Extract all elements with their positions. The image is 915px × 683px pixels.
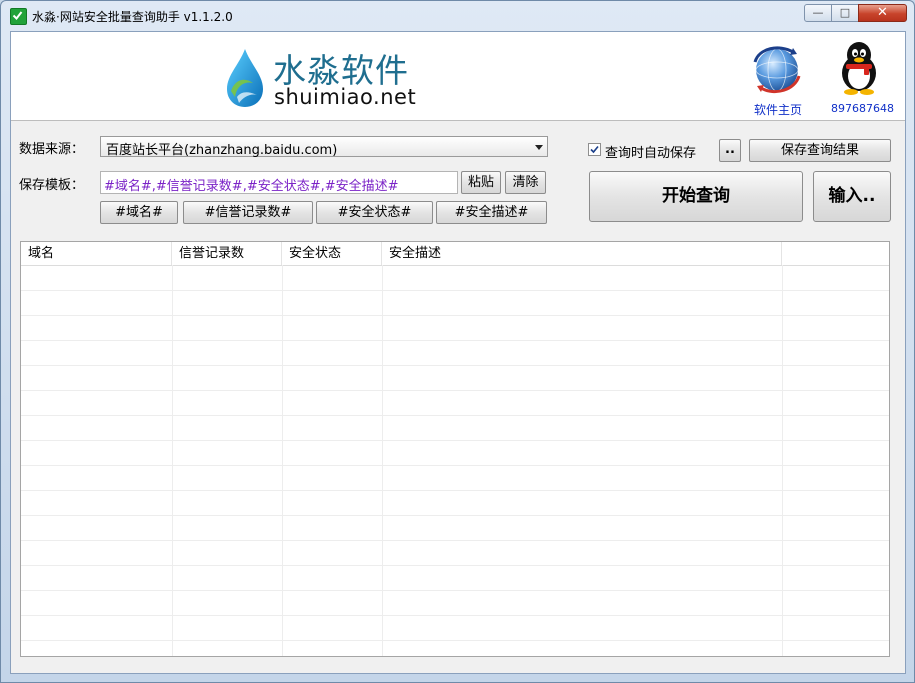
table-row-line [21,415,889,416]
table-row-line [21,490,889,491]
table-row-line [21,540,889,541]
main-panel: 水淼软件 shuimiao.net 软件主页 897687648 数据来源： 百… [10,31,906,674]
tag-button-domain[interactable]: #域名# [100,201,178,224]
qq-number-link[interactable]: 897687648 [831,102,894,115]
table-row-line [21,590,889,591]
minimize-button[interactable]: — [804,4,832,22]
tag-button-description[interactable]: #安全描述# [436,201,547,224]
table-row-line [21,515,889,516]
template-input-value: #域名#,#信誉记录数#,#安全状态#,#安全描述# [104,179,399,194]
save-results-button[interactable]: 保存查询结果 [749,139,891,162]
source-label: 数据来源： [19,142,85,157]
maximize-button[interactable]: □ [831,4,859,22]
close-icon: ✕ [877,5,888,20]
start-query-button[interactable]: 开始查询 [589,171,803,222]
close-button[interactable]: ✕ [858,4,907,22]
table-row-line [21,565,889,566]
clear-button[interactable]: 清除 [505,171,546,194]
tag-button-status[interactable]: #安全状态# [316,201,433,224]
column-header-description[interactable]: 安全描述 [382,242,782,265]
table-column-line [172,265,173,656]
input-button[interactable]: 输入.. [813,171,891,222]
column-header-domain[interactable]: 域名 [21,242,172,265]
water-drop-logo-icon [223,47,267,113]
table-row-line [21,615,889,616]
source-select-value: 百度站长平台(zhanzhang.baidu.com) [106,143,338,158]
table-row-line [21,340,889,341]
chevron-down-icon [535,145,543,150]
logo-domain-text: shuimiao.net [274,85,417,109]
banner: 水淼软件 shuimiao.net 软件主页 897687648 [11,32,905,121]
table-column-line [782,265,783,656]
table-row-line [21,640,889,641]
globe-icon[interactable] [749,42,805,102]
checkmark-icon [590,145,599,154]
template-input[interactable]: #域名#,#信誉记录数#,#安全状态#,#安全描述# [100,171,458,194]
table-header: 域名 信誉记录数 安全状态 安全描述 [21,242,889,266]
app-window: 水淼·网站安全批量查询助手 v1.1.2.0 — □ ✕ 水淼软件 shuimi… [0,0,915,683]
browse-button[interactable]: .. [719,139,741,162]
maximize-icon: □ [839,6,851,19]
template-label: 保存模板： [19,178,85,193]
home-page-link[interactable]: 软件主页 [754,101,802,118]
window-title: 水淼·网站安全批量查询助手 v1.1.2.0 [32,10,233,24]
auto-save-label[interactable]: 查询时自动保存 [605,142,696,161]
paste-button[interactable]: 粘贴 [461,171,501,194]
table-column-line [382,265,383,656]
table-row-line [21,290,889,291]
results-table[interactable]: 域名 信誉记录数 安全状态 安全描述 [20,241,890,657]
table-row-line [21,390,889,391]
table-column-line [282,265,283,656]
source-select[interactable]: 百度站长平台(zhanzhang.baidu.com) [100,136,548,158]
column-header-reputation[interactable]: 信誉记录数 [172,242,282,265]
table-row-line [21,315,889,316]
title-bar[interactable]: 水淼·网站安全批量查询助手 v1.1.2.0 — □ ✕ [1,1,914,31]
column-header-status[interactable]: 安全状态 [282,242,382,265]
table-row-line [21,440,889,441]
minimize-icon: — [812,6,824,19]
auto-save-checkbox[interactable] [588,143,601,156]
qq-penguin-icon[interactable] [837,40,881,100]
table-row-line [21,465,889,466]
column-header-filler [782,242,889,265]
tag-button-reputation[interactable]: #信誉记录数# [183,201,313,224]
app-check-icon [10,8,27,25]
table-row-line [21,365,889,366]
